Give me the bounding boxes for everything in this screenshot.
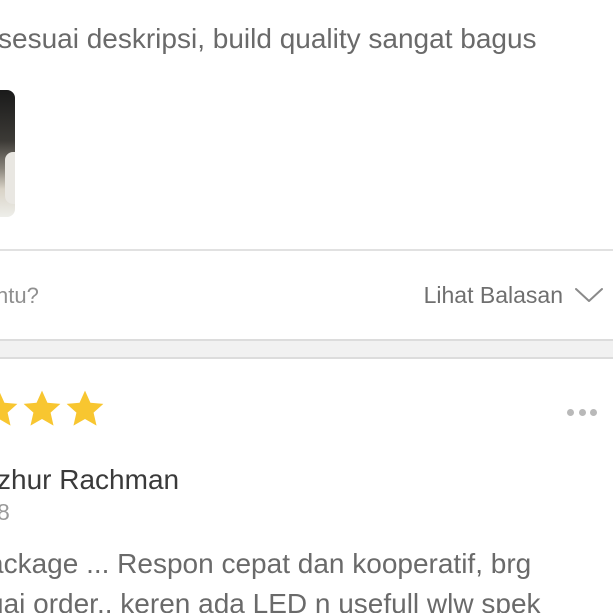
chevron-down-icon	[575, 288, 603, 302]
more-options-icon[interactable]	[567, 398, 597, 426]
see-replies-button[interactable]: Lihat Balasan	[424, 280, 603, 310]
photo-highlight	[5, 152, 15, 204]
section-separator	[0, 339, 613, 359]
reviewer-name: zhur Rachman	[0, 464, 180, 495]
review-body-line: uai order.. keren ada LED n usefull wlw …	[0, 588, 541, 613]
star-icon	[66, 390, 104, 426]
helpful-question: ntu?	[0, 283, 39, 308]
review-photo-thumbnail[interactable]	[0, 90, 15, 217]
previous-review-text: sesuai deskripsi, build quality sangat b…	[0, 23, 537, 54]
divider	[0, 249, 613, 251]
review-list-screen: sesuai deskripsi, build quality sangat b…	[0, 0, 613, 613]
dot	[590, 408, 597, 416]
review-body-line: ackage ... Respon cepat dan kooperatif, …	[0, 548, 532, 579]
review-date: 8	[0, 499, 10, 525]
dot	[567, 408, 574, 416]
dot	[578, 408, 586, 416]
rating-stars	[0, 388, 106, 430]
star-icon	[0, 392, 18, 426]
review-body: ackage ... Respon cepat dan kooperatif, …	[0, 544, 541, 613]
star-icon	[23, 390, 61, 426]
see-replies-label: Lihat Balasan	[423, 282, 563, 308]
